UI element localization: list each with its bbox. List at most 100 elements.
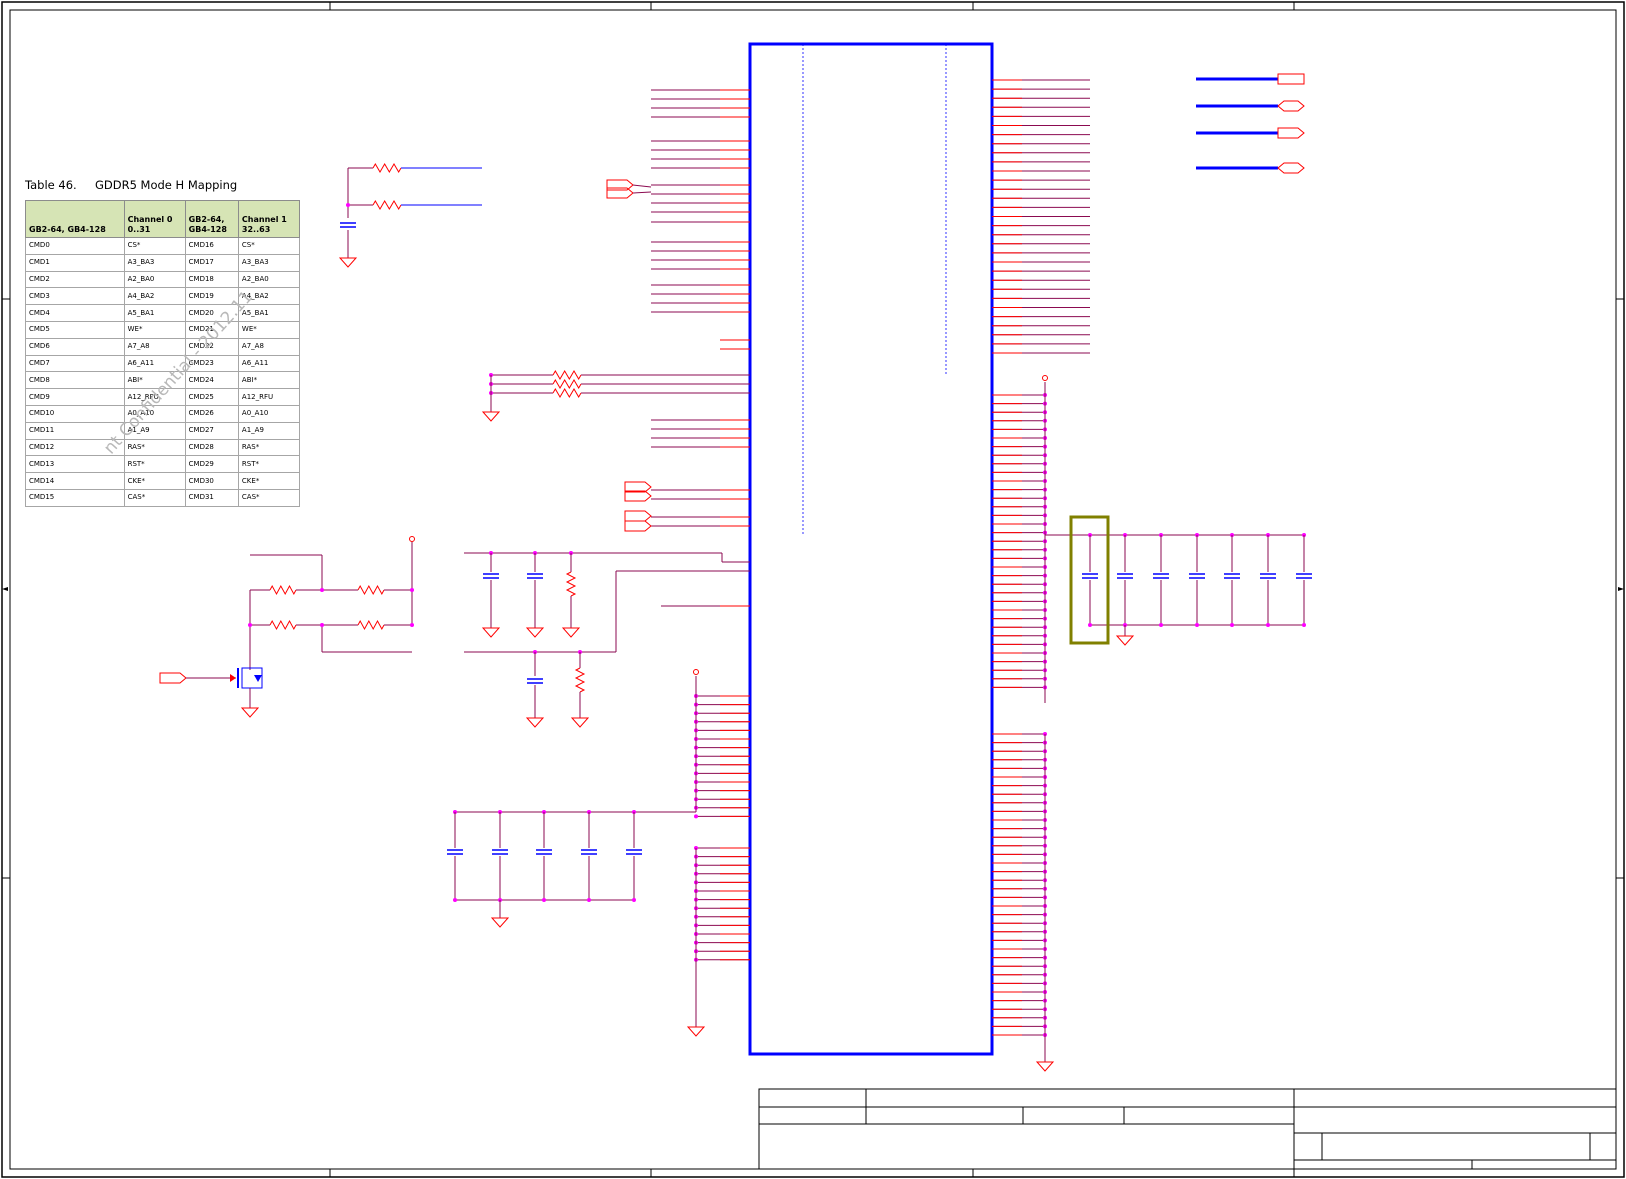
- resistor: [574, 667, 586, 693]
- resistor: [269, 584, 297, 596]
- table-cell: CMD7: [25, 354, 125, 373]
- table-cell: RAS*: [123, 438, 186, 457]
- table-cell: RAS*: [237, 438, 301, 457]
- center-arrow: [2, 587, 8, 591]
- junction-dot: [542, 898, 546, 902]
- table-row: CMD3 A4_BA2 CMD19 A4_BA2: [25, 287, 301, 306]
- table-cell: CMD4: [25, 304, 125, 322]
- ic-internal-dashed-lines: [802, 44, 947, 535]
- reset-mosfet-circuit: [186, 536, 415, 718]
- junction-dot: [410, 588, 414, 592]
- table-body: CMD0 CS* CMD16 CS* CMD1 A3_BA3 CMD17 A3_BA3 CMD2…: [25, 237, 301, 507]
- junction-dot: [1159, 623, 1163, 627]
- table-row: CMD1 A3_BA3 CMD17 A3_BA3: [25, 253, 301, 272]
- table-header-cell: Channel 0 0..31: [123, 200, 186, 238]
- table-row: CMD13 RST* CMD29 RST*: [25, 455, 301, 474]
- table-cell: RST*: [237, 455, 301, 474]
- title-block-border: [758, 1088, 1617, 1170]
- ground-symbol: [570, 717, 590, 728]
- table-header-cell: Channel 1 32..63: [237, 200, 301, 238]
- table-cell: CMD16: [184, 237, 239, 255]
- table-cell: A12_RFU: [123, 388, 186, 406]
- junction-dot: [320, 623, 324, 627]
- junction-dot: [1195, 623, 1199, 627]
- table-cell: A12_RFU: [237, 388, 301, 406]
- table-cell: CMD8: [25, 371, 125, 390]
- vref-divider-circuit: [464, 551, 750, 728]
- gddr5-memory-ic-body: [748, 42, 994, 1056]
- table-cell: CMD27: [184, 421, 239, 440]
- junction-dot: [248, 623, 252, 627]
- table-cell: CMD25: [184, 388, 239, 406]
- table-cell: CMD2: [25, 270, 125, 289]
- table-header-cell: GB2-64, GB4-128: [25, 200, 125, 238]
- pin-net: [632, 191, 652, 194]
- mosfet-diode: [254, 675, 262, 682]
- table-cell: A6_A11: [237, 354, 301, 373]
- ground-symbol: [1115, 635, 1135, 646]
- ground-symbol: [338, 257, 358, 268]
- power-rail-marker: [1042, 375, 1048, 381]
- table-cell: A1_A9: [237, 421, 301, 440]
- table-cell: CMD30: [184, 472, 239, 490]
- resistor: [552, 379, 582, 389]
- center-arrow: [1618, 587, 1624, 591]
- table-cell: CMD5: [25, 320, 125, 339]
- table-cell: CMD0: [25, 237, 125, 255]
- resistor: [269, 619, 297, 631]
- table-row: CMD5 WE* CMD21 WE*: [25, 320, 301, 339]
- table-cell: A4_BA2: [123, 287, 186, 306]
- table-title: GDDR5 Mode H Mapping: [94, 178, 238, 192]
- power-rail-marker: [409, 536, 415, 542]
- table-cell: WE*: [237, 320, 301, 339]
- table-cell: CAS*: [237, 488, 301, 507]
- table-cell: RST*: [123, 455, 186, 474]
- table-row: CMD2 A2_BA0 CMD18 A2_BA0: [25, 270, 301, 289]
- table-row: CMD6 A7_A8 CMD22 A7_A8: [25, 337, 301, 356]
- table-cell: CMD17: [184, 253, 239, 272]
- table-row: CMD0 CS* CMD16 CS*: [25, 237, 301, 255]
- table-row: CMD4 A5_BA1 CMD20 A5_BA1: [25, 304, 301, 322]
- junction-dot: [346, 203, 350, 207]
- table-cell: CMD9: [25, 388, 125, 406]
- junction-dot: [320, 588, 324, 592]
- zq-resistor-network: [481, 370, 750, 422]
- table-cell: CMD1: [25, 253, 125, 272]
- resistor: [552, 370, 582, 380]
- ground-symbol: [490, 917, 510, 928]
- off-page-port: [159, 672, 187, 684]
- table-cell: A3_BA3: [123, 253, 186, 272]
- table-cell: CKE*: [123, 472, 186, 490]
- resistor: [565, 571, 577, 597]
- table-cell: CMD6: [25, 337, 125, 356]
- table-cell: A3_BA3: [237, 253, 301, 272]
- ground-symbol: [686, 1026, 706, 1037]
- table-cell: CMD29: [184, 455, 239, 474]
- ground-symbol: [1035, 1061, 1055, 1072]
- right-decoupling-capacitors: [1045, 533, 1312, 646]
- table-cell: CMD24: [184, 371, 239, 390]
- table-header-row: GB2-64, GB4-128 Channel 0 0..31 GB2-64, GB4-…: [25, 200, 301, 238]
- ground-symbol: [561, 627, 581, 638]
- power-rail-marker: [693, 669, 699, 675]
- table-row: CMD15 CAS* CMD31 CAS*: [25, 488, 301, 507]
- table-row: CMD7 A6_A11 CMD23 A6_A11: [25, 354, 301, 373]
- table-cell: CMD28: [184, 438, 239, 457]
- table-row: CMD11 A1_A9 CMD27 A1_A9: [25, 421, 301, 440]
- table-cell: CMD11: [25, 421, 125, 440]
- table-cell: CMD18: [184, 270, 239, 289]
- junction-dot: [694, 814, 698, 819]
- table-cell: A2_BA0: [237, 270, 301, 289]
- table-cell: A5_BA1: [123, 304, 186, 322]
- table-cell: CMD14: [25, 472, 125, 490]
- off-page-port: [1277, 73, 1305, 85]
- junction-dot: [632, 898, 636, 902]
- ic-left-pins: [651, 89, 750, 1037]
- resistor: [372, 200, 402, 210]
- table-cell: CMD31: [184, 488, 239, 507]
- table-cell: WE*: [123, 320, 186, 339]
- table-cell: A7_A8: [123, 337, 186, 356]
- table-cell: A4_BA2: [237, 287, 301, 306]
- table-cell: CAS*: [123, 488, 186, 507]
- junction-dot: [587, 898, 591, 902]
